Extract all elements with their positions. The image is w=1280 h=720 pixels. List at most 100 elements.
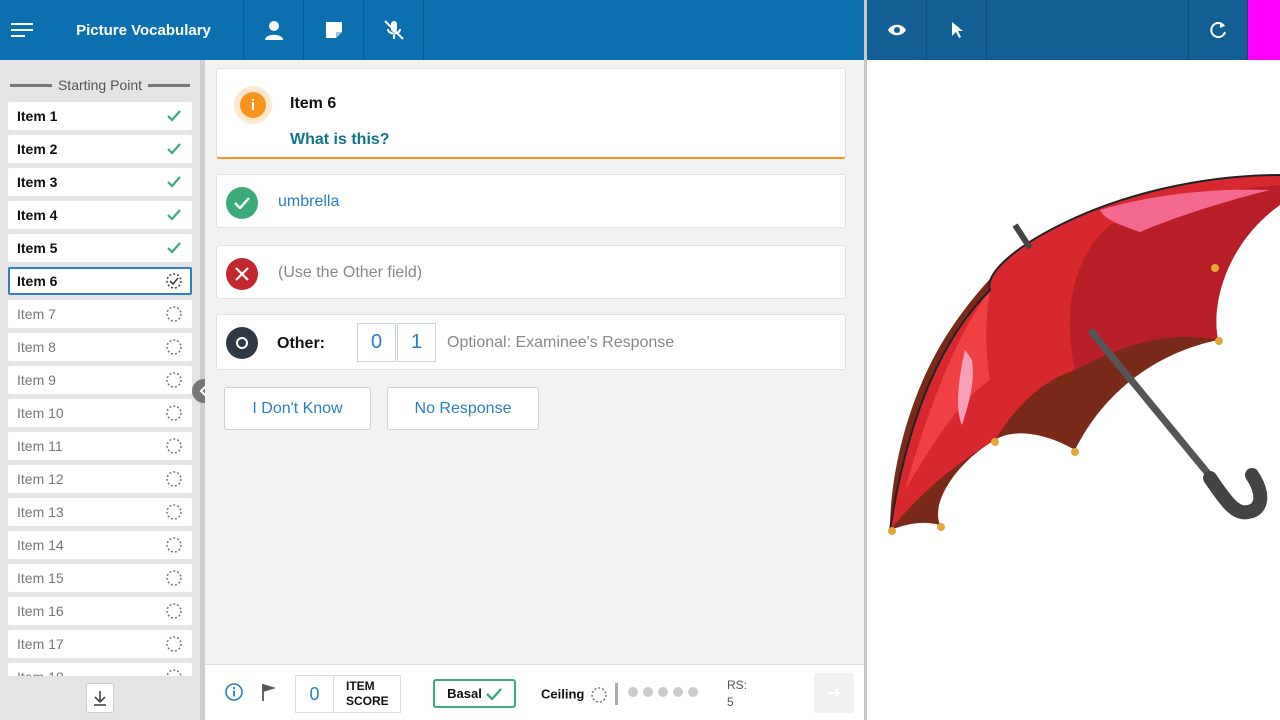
pending-icon xyxy=(166,636,182,652)
progress-dot xyxy=(673,687,683,697)
correct-response-option[interactable]: umbrella xyxy=(216,174,846,228)
raw-score-label: RS: xyxy=(727,678,748,692)
check-icon xyxy=(485,687,502,700)
sidebar-item-label: Item 15 xyxy=(17,570,64,586)
check-icon xyxy=(167,143,181,155)
other-icon[interactable] xyxy=(226,327,258,359)
menu-icon xyxy=(11,23,33,37)
sidebar-item[interactable]: Item 6 xyxy=(8,267,192,295)
refresh-icon xyxy=(1210,22,1226,39)
sidebar-item[interactable]: Item 7 xyxy=(8,300,192,328)
download-icon xyxy=(94,691,106,706)
dont-know-button[interactable]: I Don't Know xyxy=(224,387,371,430)
sidebar-item-label: Item 5 xyxy=(17,240,58,256)
sidebar-item-label: Item 11 xyxy=(17,438,63,454)
incorrect-response-label: (Use the Other field) xyxy=(278,264,423,281)
sidebar-item-label: Item 3 xyxy=(17,174,58,190)
sidebar-item-label: Item 6 xyxy=(17,273,58,289)
next-button[interactable] xyxy=(814,673,854,713)
pending-icon xyxy=(166,570,182,586)
app-title: Picture Vocabulary xyxy=(44,0,244,60)
examinee-response-input[interactable]: Optional: Examinee's Response xyxy=(447,334,674,352)
raw-score-value: 5 xyxy=(727,695,734,709)
sidebar-item-label: Item 18 xyxy=(17,669,64,676)
prompt-question: What is this? xyxy=(290,131,390,148)
eye-icon xyxy=(887,24,906,36)
sidebar-item-label: Item 14 xyxy=(17,537,64,553)
sidebar-item[interactable]: Item 3 xyxy=(8,168,192,196)
umbrella-image xyxy=(888,174,1280,535)
no-response-button[interactable]: No Response xyxy=(387,387,539,430)
examinee-button[interactable] xyxy=(244,0,304,60)
other-response-row: Other: 0 1 Optional: Examinee's Response xyxy=(216,314,846,370)
examinee-icon xyxy=(264,21,283,40)
notes-button[interactable] xyxy=(304,0,364,60)
sidebar-item[interactable]: Item 1 xyxy=(8,102,192,130)
sidebar-item-label: Item 10 xyxy=(17,405,64,421)
ceiling-label: Ceiling xyxy=(541,686,585,702)
preview-button[interactable] xyxy=(867,0,927,60)
check-icon xyxy=(167,176,181,188)
item-sidebar: Starting Point Item 1 Item 2 Item 3 Item 4 I… xyxy=(0,60,200,676)
sidebar-item[interactable]: Item 11 xyxy=(8,432,192,460)
check-icon xyxy=(167,110,181,122)
other-label: Other: xyxy=(277,335,325,352)
progress-dot xyxy=(688,687,698,697)
sidebar-item[interactable]: Item 16 xyxy=(8,597,192,625)
sidebar-item-label: Item 9 xyxy=(17,372,56,388)
pointer-icon xyxy=(951,22,963,38)
sidebar-item[interactable]: Item 8 xyxy=(8,333,192,361)
pending-icon xyxy=(166,504,182,520)
flag-icon[interactable] xyxy=(261,683,277,701)
sidebar-item[interactable]: Item 10 xyxy=(8,399,192,427)
progress-dot xyxy=(643,687,653,697)
score-option-0[interactable]: 0 xyxy=(357,323,396,362)
progress-dot xyxy=(628,687,638,697)
info-badge: i xyxy=(234,86,272,124)
score-option-1[interactable]: 1 xyxy=(397,323,436,362)
sidebar-item[interactable]: Item 5 xyxy=(8,234,192,262)
item-panel: i Item 6 What is this? umbrella (Use the… xyxy=(205,60,864,664)
pending-icon xyxy=(166,372,182,388)
app-header: Picture Vocabulary xyxy=(0,0,864,60)
pending-icon xyxy=(166,603,182,619)
sidebar-item[interactable]: Item 9 xyxy=(8,366,192,394)
x-icon xyxy=(226,258,258,290)
starting-point-label: Starting Point xyxy=(57,77,143,93)
item-title: Item 6 xyxy=(290,95,337,112)
incorrect-response-option[interactable]: (Use the Other field) xyxy=(216,245,846,299)
mic-toggle-button[interactable] xyxy=(364,0,424,60)
stimulus-toolbar xyxy=(867,0,1280,60)
refresh-button[interactable] xyxy=(1188,0,1248,60)
sidebar-item[interactable]: Item 2 xyxy=(8,135,192,163)
sidebar-item[interactable]: Item 18 xyxy=(8,663,192,676)
download-button[interactable] xyxy=(86,683,114,713)
sidebar-item[interactable]: Item 14 xyxy=(8,531,192,559)
pending-icon xyxy=(166,339,182,355)
sidebar-item-label: Item 2 xyxy=(17,141,58,157)
pointer-button[interactable] xyxy=(927,0,987,60)
check-icon xyxy=(226,187,258,219)
pending-icon xyxy=(166,438,182,454)
sidebar-item[interactable]: Item 13 xyxy=(8,498,192,526)
basal-label: Basal xyxy=(447,686,482,701)
sidebar-item-label: Item 16 xyxy=(17,603,64,619)
sidebar-item[interactable]: Item 12 xyxy=(8,465,192,493)
bottom-bar: 0 ITEM SCORE Basal Ceiling RS: 5 xyxy=(205,664,864,720)
pending-icon xyxy=(591,687,607,703)
arrow-right-icon xyxy=(828,688,841,698)
sidebar-item-label: Item 17 xyxy=(17,636,64,652)
info-circle-icon[interactable] xyxy=(225,683,243,701)
in-progress-icon xyxy=(166,273,182,289)
notes-icon xyxy=(325,22,342,38)
progress-dot xyxy=(658,687,668,697)
basal-status[interactable]: Basal xyxy=(433,679,516,708)
sidebar-item[interactable]: Item 17 xyxy=(8,630,192,658)
sidebar-item[interactable]: Item 15 xyxy=(8,564,192,592)
mic-off-icon xyxy=(383,20,404,40)
menu-button[interactable] xyxy=(0,0,44,60)
pending-icon xyxy=(166,471,182,487)
sidebar-item[interactable]: Item 4 xyxy=(8,201,192,229)
sidebar-item-label: Item 1 xyxy=(17,108,58,124)
item-score-value: 0 xyxy=(295,675,333,713)
